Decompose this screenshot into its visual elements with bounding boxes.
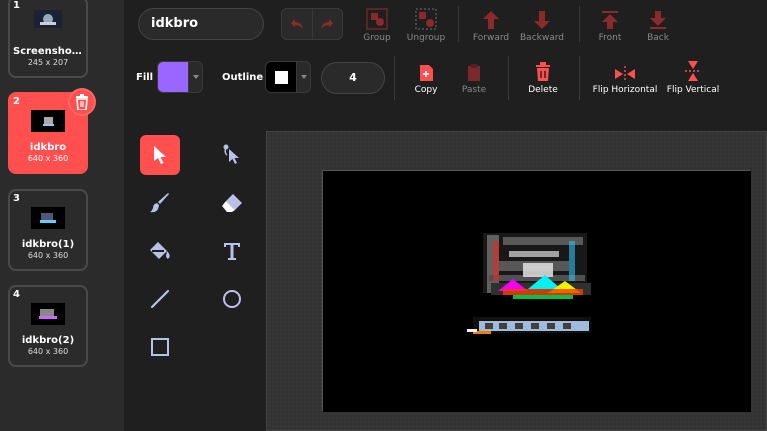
- group-label: Group: [363, 33, 391, 43]
- costume-number: 3: [13, 193, 20, 204]
- costume-item-4[interactable]: 4 idkbro(2) 640 x 360: [8, 285, 88, 367]
- backward-icon: [534, 11, 550, 29]
- chevron-down-icon: [188, 62, 202, 92]
- delete-label: Delete: [528, 85, 558, 95]
- costume-list: 1 Screenshot ... 245 x 207 2 idkbro 640 …: [0, 0, 124, 431]
- back-button[interactable]: Back: [642, 6, 674, 43]
- forward-button[interactable]: Forward: [470, 6, 512, 43]
- fill-bucket-icon: [150, 242, 170, 259]
- select-icon: [154, 146, 166, 164]
- divider: [508, 56, 509, 100]
- costume-size: 640 x 360: [27, 251, 69, 260]
- circle-tool[interactable]: [212, 279, 252, 319]
- ungroup-icon: [415, 8, 437, 30]
- flip-horizontal-button[interactable]: Flip Horizontal: [590, 60, 660, 95]
- line-tool[interactable]: [140, 279, 180, 319]
- text-tool[interactable]: [212, 231, 252, 271]
- outline-swatch: [266, 62, 296, 92]
- rectangle-icon: [151, 338, 169, 356]
- costume-name-input[interactable]: idkbro: [138, 8, 264, 40]
- ungroup-button[interactable]: Ungroup: [404, 6, 448, 43]
- forward-icon: [483, 11, 499, 29]
- delete-button[interactable]: Delete: [524, 60, 562, 95]
- copy-icon: [420, 65, 433, 81]
- costume-name: idkbro(2): [21, 335, 75, 346]
- undo-icon: [290, 19, 303, 29]
- backward-button[interactable]: Backward: [518, 6, 566, 43]
- reshape-tool[interactable]: [212, 135, 252, 175]
- costume-item-1[interactable]: 1 Screenshot ... 245 x 207: [8, 0, 88, 78]
- flip-horizontal-label: Flip Horizontal: [592, 85, 658, 95]
- costume-thumbnail: [34, 10, 62, 28]
- flip-vertical-label: Flip Vertical: [666, 85, 720, 95]
- stroke-width-input[interactable]: 4: [321, 62, 385, 94]
- costume-canvas[interactable]: [322, 170, 751, 412]
- outline-label: Outline: [222, 72, 264, 83]
- costume-artwork: [323, 171, 751, 412]
- flip-horizontal-icon: [615, 66, 635, 82]
- costume-name: idkbro: [29, 142, 67, 153]
- forward-label: Forward: [472, 33, 510, 43]
- costume-size: 640 x 360: [27, 154, 69, 163]
- redo-button[interactable]: [311, 9, 343, 39]
- copy-button[interactable]: Copy: [410, 60, 442, 95]
- ungroup-label: Ungroup: [406, 33, 446, 43]
- outline-color-picker[interactable]: [265, 61, 311, 93]
- costume-name: idkbro(1): [21, 239, 75, 250]
- divider: [579, 56, 580, 100]
- costume-size: 245 x 207: [27, 58, 69, 67]
- costume-name: Screenshot ...: [13, 46, 86, 57]
- undo-redo-group: [281, 8, 343, 40]
- front-button[interactable]: Front: [594, 6, 626, 43]
- front-label: Front: [598, 33, 622, 43]
- trash-icon: [76, 94, 88, 110]
- flip-vertical-icon: [685, 61, 701, 81]
- eraser-tool[interactable]: [212, 183, 252, 223]
- fill-swatch: [158, 62, 188, 92]
- costume-number: 1: [13, 0, 20, 11]
- flip-vertical-button[interactable]: Flip Vertical: [664, 60, 722, 95]
- group-icon: [366, 8, 388, 30]
- delete-costume-button[interactable]: [68, 88, 96, 116]
- brush-icon: [150, 193, 169, 213]
- editor-panel: idkbro Group Ungroup Forward Backward Fr…: [124, 0, 767, 431]
- rectangle-tool[interactable]: [140, 327, 180, 367]
- line-icon: [150, 289, 170, 309]
- chevron-down-icon: [296, 62, 310, 92]
- costume-size: 640 x 360: [27, 347, 69, 356]
- select-tool[interactable]: [140, 135, 180, 175]
- back-label: Back: [647, 33, 669, 43]
- copy-label: Copy: [414, 85, 438, 95]
- text-icon: [224, 243, 240, 260]
- reshape-icon: [223, 144, 239, 164]
- fill-label: Fill: [136, 72, 154, 83]
- trash-icon: [536, 62, 550, 81]
- paste-icon: [468, 64, 480, 81]
- back-icon: [650, 11, 666, 29]
- divider: [394, 56, 395, 100]
- costume-number: 4: [13, 289, 20, 300]
- fill-tool[interactable]: [140, 231, 180, 271]
- paint-editor: 1 Screenshot ... 245 x 207 2 idkbro 640 …: [0, 0, 767, 431]
- costume-thumbnail: [31, 207, 65, 229]
- circle-icon: [223, 290, 241, 308]
- paste-button[interactable]: Paste: [456, 60, 492, 95]
- front-icon: [602, 11, 618, 29]
- costume-thumbnail: [31, 110, 65, 132]
- undo-button[interactable]: [282, 9, 312, 39]
- canvas-area[interactable]: [266, 131, 767, 431]
- paste-label: Paste: [461, 85, 487, 95]
- costume-number: 2: [13, 96, 20, 107]
- redo-icon: [321, 19, 334, 29]
- backward-label: Backward: [520, 33, 564, 43]
- costume-item-3[interactable]: 3 idkbro(1) 640 x 360: [8, 189, 88, 271]
- divider: [458, 6, 459, 42]
- fill-color-picker[interactable]: [157, 61, 203, 93]
- costume-thumbnail: [31, 303, 65, 325]
- group-button[interactable]: Group: [359, 6, 395, 43]
- eraser-icon: [222, 194, 242, 212]
- brush-tool[interactable]: [140, 183, 180, 223]
- divider: [579, 6, 580, 42]
